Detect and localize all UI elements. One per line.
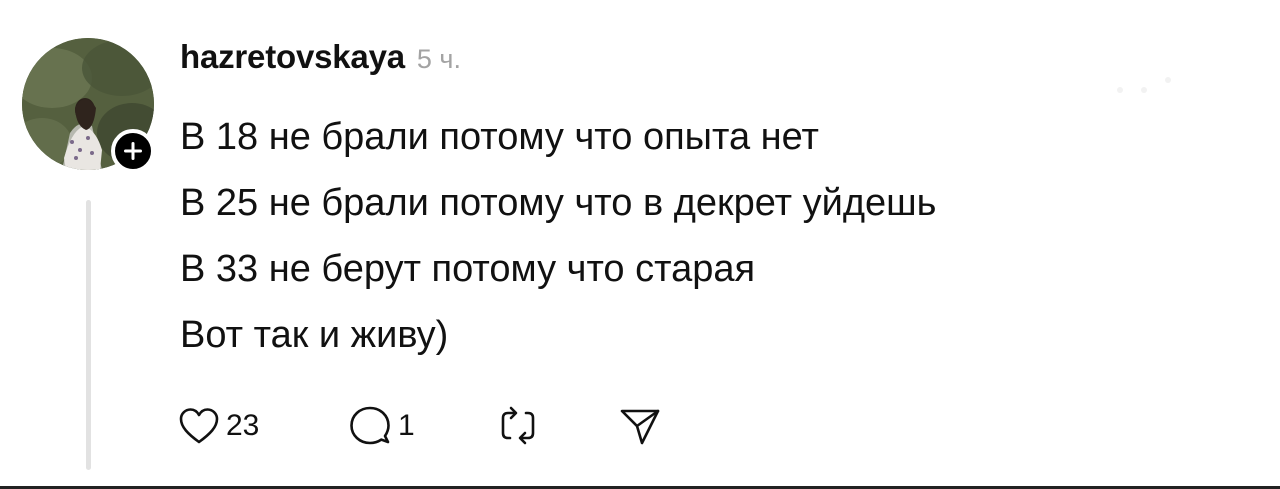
- comments-count: 1: [398, 409, 415, 442]
- post-header: hazretovskaya 5 ч.: [180, 38, 461, 82]
- plus-icon: [124, 142, 142, 160]
- follow-button[interactable]: [111, 129, 155, 173]
- share-button[interactable]: [618, 405, 662, 447]
- heart-icon: [179, 408, 219, 444]
- timestamp: 5 ч.: [416, 44, 461, 74]
- thread-line: [86, 200, 91, 470]
- speech-bubble-icon: [350, 406, 390, 445]
- post-body: В 18 не брали потому что опыта нет В 25 …: [180, 104, 1180, 368]
- comment-button[interactable]: 1: [348, 405, 498, 447]
- post-line: Вот так и живу): [180, 314, 449, 356]
- likes-count: 23: [226, 409, 260, 442]
- like-button[interactable]: 23: [178, 406, 348, 446]
- action-bar: 23 1: [178, 398, 662, 454]
- repost-button[interactable]: [498, 405, 618, 447]
- post-line: В 33 не берут потому что старая: [180, 248, 756, 290]
- repost-icon: [501, 406, 535, 445]
- paper-plane-icon: [620, 409, 660, 445]
- more-options-button[interactable]: [1108, 72, 1178, 102]
- username[interactable]: hazretovskaya: [180, 38, 405, 76]
- post-line: В 18 не брали потому что опыта нет: [180, 116, 819, 158]
- thread-post: hazretovskaya 5 ч. В 18 не брали потому …: [0, 0, 1280, 489]
- more-icon: [1117, 77, 1171, 93]
- post-line: В 25 не брали потому что в декрет уйдешь: [180, 182, 937, 224]
